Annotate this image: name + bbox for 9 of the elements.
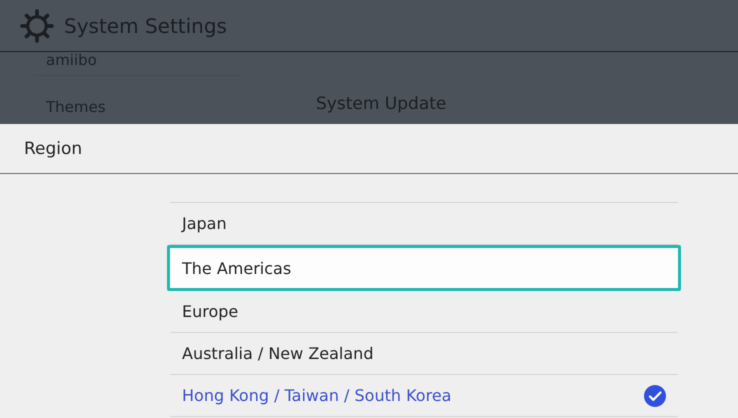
region-option[interactable]: Australia / New Zealand bbox=[170, 333, 678, 375]
region-option[interactable]: Europe bbox=[170, 291, 678, 333]
window-title: System Settings bbox=[64, 14, 227, 38]
section-title: System Update bbox=[316, 94, 446, 114]
region-option[interactable]: The Americas bbox=[167, 245, 681, 291]
settings-icon bbox=[20, 8, 54, 42]
checkmark-icon bbox=[644, 384, 666, 406]
region-option[interactable]: Hong Kong / Taiwan / South Korea bbox=[170, 375, 678, 417]
panel-title: Region bbox=[24, 138, 82, 158]
